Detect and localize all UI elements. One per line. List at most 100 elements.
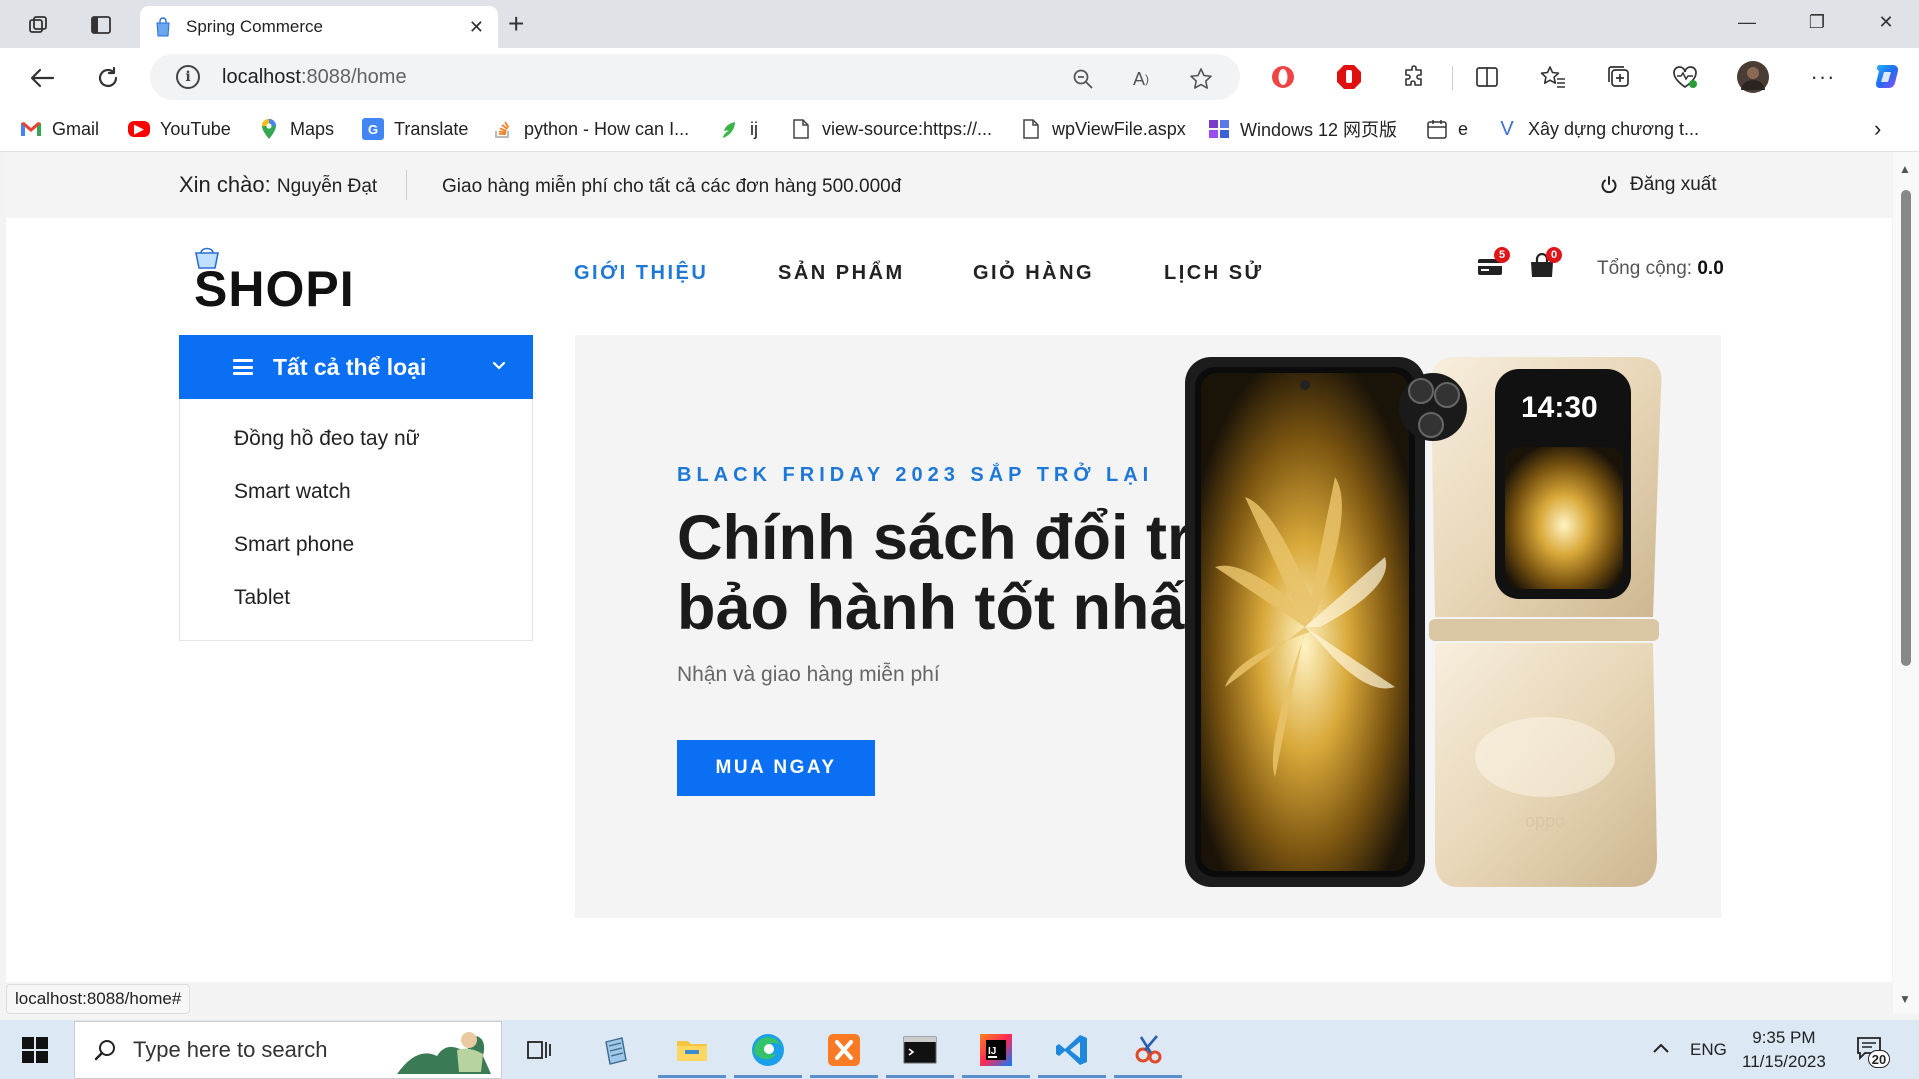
logout-link[interactable]: Đăng xuất [1600, 174, 1717, 196]
scrollbar-thumb[interactable] [1901, 190, 1911, 666]
all-categories-button[interactable]: Tất cả thể loại [179, 335, 533, 399]
bookmark-e[interactable]: e [1426, 116, 1468, 142]
bookmark-wpviewfile[interactable]: wpViewFile.aspx [1020, 116, 1186, 142]
category-item[interactable]: Smart phone [234, 533, 354, 557]
xampp-app-icon[interactable] [810, 1028, 878, 1078]
maximize-button[interactable]: ❐ [1802, 12, 1832, 33]
bookmark-python[interactable]: python - How can I... [492, 116, 689, 142]
greeting-prefix: Xin chào: [179, 172, 277, 197]
file-explorer-icon[interactable] [658, 1028, 726, 1078]
greeting: Xin chào: Nguyễn Đạt [179, 172, 377, 198]
minimize-button[interactable]: — [1732, 12, 1762, 33]
hero-eyebrow: BLACK FRIDAY 2023 SẮP TRỞ LẠI [677, 464, 1154, 486]
show-hidden-icons-chevron-icon[interactable] [1652, 1040, 1670, 1060]
bookmark-xay-dung[interactable]: V Xây dựng chương t... [1496, 116, 1699, 142]
bookmark-label: Xây dựng chương t... [1528, 118, 1699, 139]
workspaces-icon[interactable] [24, 10, 54, 40]
task-view-icon[interactable] [518, 1028, 562, 1072]
taskbar-clock[interactable]: 9:35 PM 11/15/2023 [1742, 1026, 1826, 1074]
category-item[interactable]: Smart watch [234, 480, 351, 504]
category-item[interactable]: Đồng hồ đeo tay nữ [234, 427, 420, 451]
bookmark-label: YouTube [160, 118, 231, 139]
close-window-button[interactable]: ✕ [1871, 12, 1901, 33]
bookmark-label: Maps [290, 118, 335, 139]
edge-browser-icon[interactable] [734, 1028, 802, 1078]
v-icon: V [1500, 117, 1514, 140]
extensions-icon[interactable] [1398, 60, 1432, 94]
url-host: localhost [222, 65, 301, 88]
address-bar-row: i localhost:8088/home A) ··· [0, 48, 1919, 106]
bag-count-badge: 0 [1546, 247, 1562, 263]
phone-brand: oppo [1525, 811, 1565, 831]
svg-text:IJ: IJ [988, 1046, 996, 1057]
intellij-app-icon[interactable]: IJ [962, 1028, 1030, 1078]
close-tab-icon[interactable]: ✕ [469, 17, 484, 38]
category-list: Đồng hồ đeo tay nữ Smart watch Smart pho… [179, 399, 533, 641]
page-icon [1020, 118, 1042, 140]
language-indicator[interactable]: ENG [1690, 1040, 1727, 1060]
bookmark-label: wpViewFile.aspx [1052, 118, 1186, 139]
page-scrollbar[interactable]: ▲ ▼ [1893, 152, 1919, 1014]
bookmark-maps[interactable]: Maps [258, 116, 334, 142]
start-button[interactable] [22, 1037, 48, 1063]
address-url[interactable]: localhost:8088/home [222, 66, 407, 89]
favorites-icon[interactable] [1536, 60, 1570, 94]
split-screen-icon[interactable] [1470, 60, 1504, 94]
logo-text: SHOPI [194, 261, 355, 317]
shopping-bag-icon [156, 17, 170, 37]
site-logo[interactable]: SHOPI [184, 242, 362, 317]
notepad-app-icon[interactable] [594, 1028, 638, 1072]
snipping-tool-icon[interactable] [1114, 1028, 1182, 1078]
bookmark-gmail[interactable]: Gmail [20, 116, 99, 142]
refresh-button[interactable] [92, 62, 124, 94]
nav-lich-su[interactable]: LỊCH SỬ [1164, 262, 1264, 285]
terminal-app-icon[interactable] [886, 1028, 954, 1078]
category-item[interactable]: Tablet [234, 586, 290, 610]
zoom-icon[interactable] [1070, 66, 1096, 92]
notification-count-badge: 20 [1868, 1050, 1890, 1068]
bookmark-label: Translate [394, 118, 469, 139]
browser-tab-bar: Spring Commerce ✕ + — ❐ ✕ [0, 0, 1919, 48]
profile-avatar[interactable] [1736, 60, 1770, 94]
user-name: Nguyễn Đạt [276, 176, 378, 197]
taskbar-search[interactable]: Type here to search [74, 1021, 502, 1079]
shopping-bag-button[interactable]: 0 [1528, 247, 1562, 283]
nav-san-pham[interactable]: SẢN PHẨM [778, 262, 905, 285]
browser-essentials-icon[interactable] [1668, 60, 1702, 94]
favorite-star-icon[interactable] [1188, 66, 1214, 92]
adblock-extension-icon[interactable] [1332, 60, 1366, 94]
more-options-icon[interactable]: ··· [1806, 60, 1840, 94]
scroll-up-icon[interactable]: ▲ [1899, 162, 1911, 176]
site-topbar: Xin chào: Nguyễn Đạt Giao hàng miễn phí … [6, 152, 1892, 218]
buy-now-button[interactable]: MUA NGAY [677, 740, 875, 796]
bookmark-youtube[interactable]: ▶ YouTube [128, 116, 231, 142]
new-tab-button[interactable]: + [508, 10, 524, 38]
nav-gioi-thieu[interactable]: GIỚI THIỆU [574, 262, 708, 285]
vscode-app-icon[interactable] [1038, 1028, 1106, 1078]
scroll-down-icon[interactable]: ▼ [1899, 992, 1911, 1006]
more-bookmarks-chevron-icon[interactable]: › [1874, 116, 1881, 142]
menu-icon [233, 359, 253, 375]
nav-gio-hang[interactable]: GIỎ HÀNG [973, 262, 1094, 285]
bookmark-label: ij [750, 118, 758, 139]
tab-actions-icon[interactable] [86, 10, 116, 40]
tab-spring-commerce[interactable]: Spring Commerce ✕ [140, 6, 498, 48]
opera-extension-icon[interactable] [1266, 60, 1300, 94]
bookmark-translate[interactable]: G Translate [362, 116, 468, 142]
power-icon [1601, 176, 1617, 194]
address-bar[interactable]: i localhost:8088/home A) [150, 54, 1240, 100]
topbar-divider [406, 170, 407, 200]
calendar-icon [1426, 118, 1448, 140]
bookmark-ij[interactable]: ij [718, 116, 758, 142]
payment-card-button[interactable]: 5 [1476, 247, 1510, 283]
site-info-icon[interactable]: i [176, 65, 200, 89]
notification-center-button[interactable]: 20 [1856, 1036, 1890, 1068]
bookmark-windows12[interactable]: Windows 12 网页版 [1208, 116, 1397, 142]
copilot-icon[interactable] [1870, 60, 1904, 94]
page-icon [790, 118, 812, 140]
read-aloud-icon[interactable]: A) [1128, 66, 1154, 92]
bookmark-view-source[interactable]: view-source:https://... [790, 116, 992, 142]
url-path: :8088/home [300, 65, 407, 88]
collections-icon[interactable] [1602, 60, 1636, 94]
back-button[interactable] [26, 62, 58, 94]
